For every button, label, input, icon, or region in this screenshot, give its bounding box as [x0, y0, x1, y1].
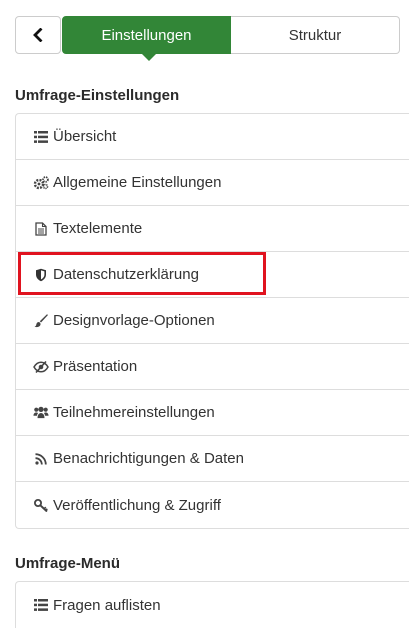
- highlight-frame: [18, 252, 266, 295]
- survey-settings-heading: Umfrage-Einstellungen: [15, 87, 180, 104]
- sidebar-item-text-elements[interactable]: Textelemente: [16, 206, 409, 252]
- sidebar-item-presentation[interactable]: Präsentation: [16, 344, 409, 390]
- document-icon: [33, 221, 49, 237]
- sidebar-item-label: Übersicht: [53, 128, 117, 145]
- sidebar-item-label: Fragen auflisten: [53, 596, 161, 614]
- sidebar-item-label: Teilnehmereinstellungen: [53, 404, 215, 421]
- tab-settings[interactable]: Einstellungen: [62, 16, 231, 61]
- survey-settings-list: Übersicht Allgemeine Einstellungen Texte…: [15, 113, 409, 529]
- sidebar-item-notifications-data[interactable]: Benachrichtigungen & Daten: [16, 436, 409, 482]
- sidebar-item-overview[interactable]: Übersicht: [16, 114, 409, 160]
- key-icon: [33, 497, 49, 513]
- sidebar-item-label: Präsentation: [53, 358, 138, 375]
- survey-menu-list: Fragen auflisten: [15, 581, 409, 628]
- tab-group: Einstellungen Struktur: [62, 16, 400, 61]
- sidebar-item-list-questions[interactable]: Fragen auflisten: [16, 582, 409, 628]
- tab-structure[interactable]: Struktur: [231, 16, 400, 54]
- sidebar-item-label: Textelemente: [53, 220, 143, 237]
- survey-menu-heading: Umfrage-Menü: [15, 555, 121, 572]
- eye-slash-icon: [33, 359, 49, 375]
- sidebar-item-label: Designvorlage-Optionen: [53, 312, 215, 329]
- sidebar-item-participant-settings[interactable]: Teilnehmereinstellungen: [16, 390, 409, 436]
- chevron-left-icon: [33, 28, 43, 42]
- sidebar-item-publication-access[interactable]: Veröffentlichung & Zugriff: [16, 482, 409, 528]
- back-button[interactable]: [15, 16, 61, 54]
- list-icon: [33, 597, 49, 613]
- sidebar-item-label: Benachrichtigungen & Daten: [53, 450, 244, 467]
- gears-icon: [33, 175, 49, 191]
- top-toolbar: Einstellungen Struktur: [15, 16, 400, 61]
- sidebar-item-theme-options[interactable]: Designvorlage-Optionen: [16, 298, 409, 344]
- sidebar-item-label: Allgemeine Einstellungen: [53, 174, 222, 191]
- rss-icon: [33, 451, 49, 467]
- users-icon: [33, 405, 49, 421]
- sidebar-item-general-settings[interactable]: Allgemeine Einstellungen: [16, 160, 409, 206]
- paintbrush-icon: [33, 313, 49, 329]
- sidebar-item-label: Veröffentlichung & Zugriff: [53, 496, 221, 514]
- list-icon: [33, 129, 49, 145]
